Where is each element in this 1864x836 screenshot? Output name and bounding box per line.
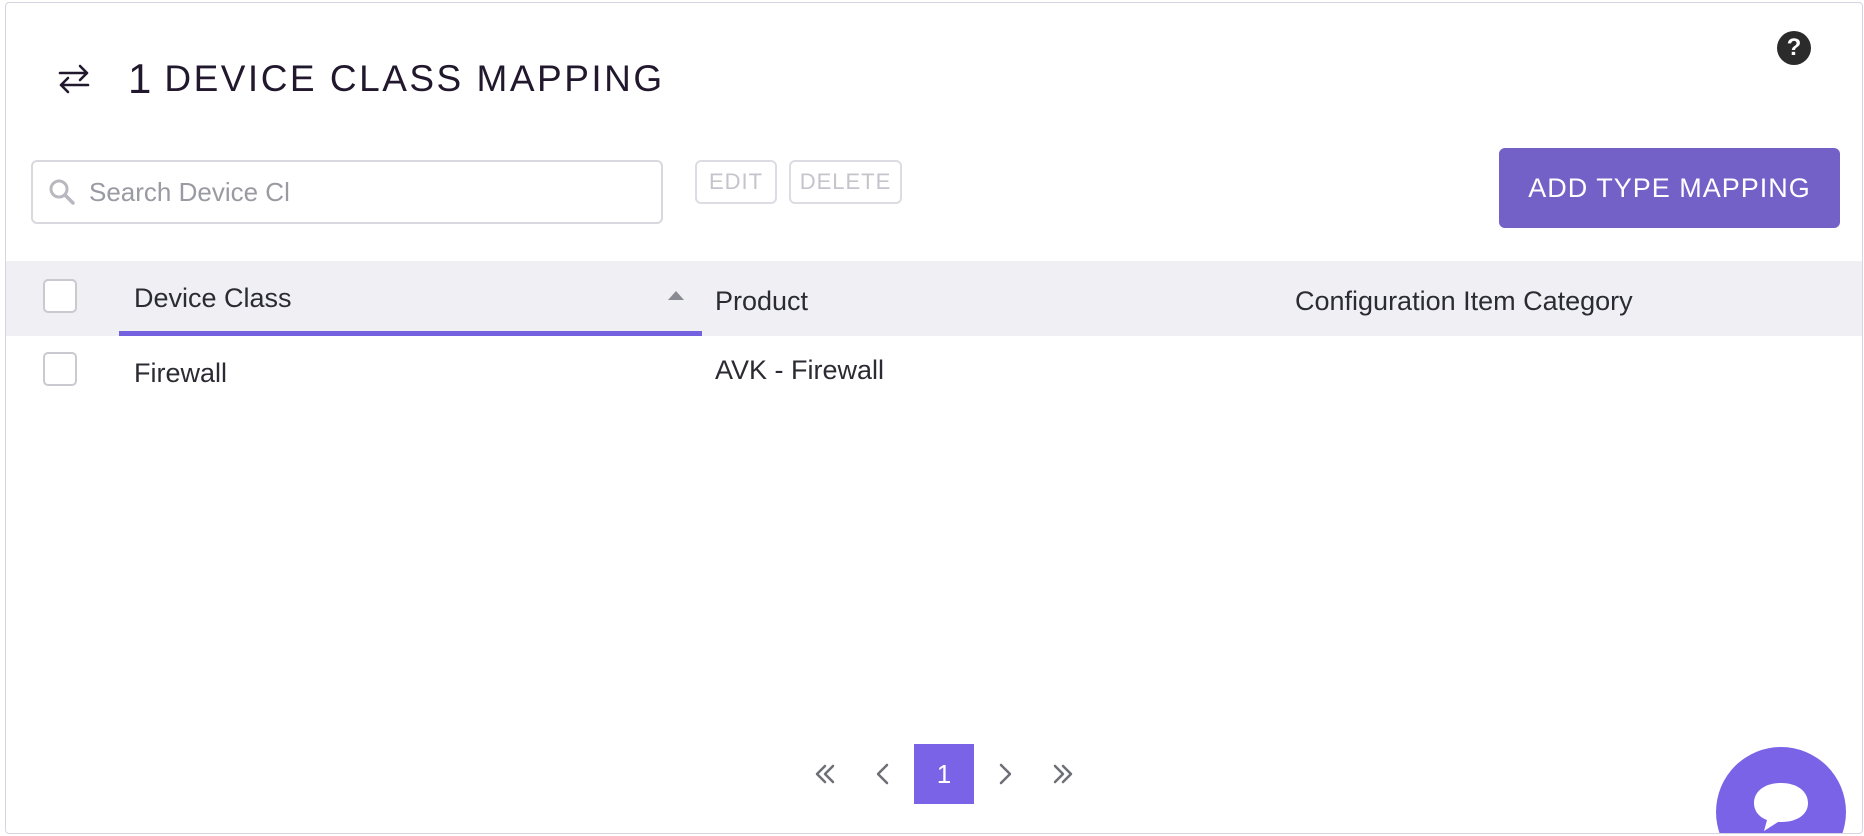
row-checkbox[interactable] [43, 352, 77, 386]
chevron-right-icon[interactable] [976, 744, 1034, 804]
device-class-mapping-panel: 1 DEVICE CLASS MAPPING ? EDIT DELETE ADD… [5, 2, 1863, 834]
column-header-ci-category[interactable]: Configuration Item Category [1295, 286, 1633, 317]
double-chevron-left-icon[interactable] [796, 744, 854, 804]
table-header: Device Class Product Configuration Item … [6, 261, 1862, 336]
cell-device-class: Firewall [134, 358, 228, 388]
sort-ascending-icon[interactable] [668, 291, 684, 300]
search-icon [47, 177, 77, 207]
double-chevron-right-icon[interactable] [1034, 744, 1092, 804]
help-icon[interactable]: ? [1777, 31, 1811, 65]
pagination: 1 [796, 743, 1092, 805]
column-header-product[interactable]: Product [715, 286, 808, 317]
chat-icon [1746, 777, 1816, 833]
mapping-count: 1 [128, 55, 153, 102]
add-type-mapping-button[interactable]: ADD TYPE MAPPING [1499, 148, 1840, 228]
page-current[interactable]: 1 [914, 744, 974, 804]
search-box[interactable] [31, 160, 663, 224]
chat-launcher-button[interactable] [1716, 747, 1846, 833]
page-title: DEVICE CLASS MAPPING [164, 58, 665, 99]
cell-product: AVK - Firewall [715, 355, 885, 385]
column-header-device-class[interactable]: Device Class [134, 283, 292, 314]
swap-arrows-icon [56, 59, 100, 99]
page-header: 1 DEVICE CLASS MAPPING [56, 51, 665, 107]
chevron-left-icon[interactable] [854, 744, 912, 804]
select-all-checkbox[interactable] [43, 279, 77, 313]
delete-button[interactable]: DELETE [789, 160, 902, 204]
edit-button[interactable]: EDIT [695, 160, 777, 204]
search-input[interactable] [89, 176, 649, 208]
table-row[interactable]: Firewall AVK - Firewall [6, 336, 1862, 406]
